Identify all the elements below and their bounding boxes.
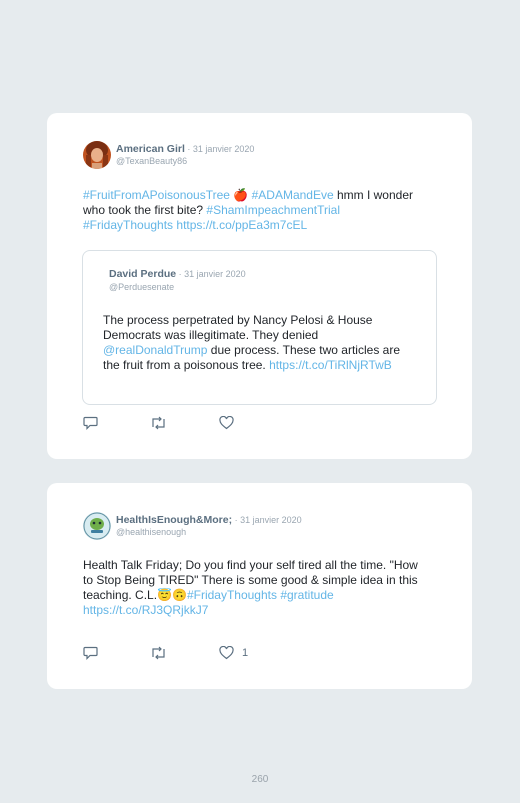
- reply-button[interactable]: [83, 646, 98, 660]
- author-handle[interactable]: @TexanBeauty86: [116, 156, 187, 166]
- avatar[interactable]: [83, 512, 111, 540]
- mention-link[interactable]: @realDonaldTrump: [103, 343, 207, 357]
- author-name[interactable]: American Girl: [116, 143, 185, 155]
- author-line: American Girl · 31 janvier 2020: [116, 143, 254, 155]
- like-button[interactable]: 1: [219, 646, 248, 660]
- tweet-date[interactable]: 31 janvier 2020: [193, 144, 255, 154]
- avatar-image: [83, 141, 111, 169]
- hashtag-link[interactable]: #gratitude: [280, 588, 333, 602]
- date-separator: ·: [184, 144, 193, 154]
- author-line: HealthIsEnough&More; · 31 janvier 2020: [116, 514, 302, 526]
- avatar-image: [83, 512, 111, 540]
- quote-text-segment: The process perpetrated by Nancy Pelosi …: [103, 313, 373, 342]
- quote-author-handle[interactable]: @Perduesenate: [109, 282, 174, 292]
- reply-icon: [83, 416, 98, 430]
- tweet-date[interactable]: 31 janvier 2020: [240, 515, 302, 525]
- reply-button[interactable]: [83, 416, 98, 430]
- retweet-button[interactable]: [150, 416, 167, 430]
- quote-author-name[interactable]: David Perdue: [109, 268, 176, 280]
- author-name[interactable]: HealthIsEnough&More;: [116, 514, 232, 526]
- retweet-icon: [152, 646, 165, 660]
- like-button[interactable]: [219, 416, 242, 430]
- hashtag-link[interactable]: #FruitFromAPoisonousTree: [83, 188, 230, 202]
- tweet-text: #FruitFromAPoisonousTree 🍎 #ADAMandEve h…: [83, 188, 423, 233]
- date-separator: ·: [176, 269, 185, 279]
- quote-text: The process perpetrated by Nancy Pelosi …: [103, 313, 413, 373]
- retweet-icon: [152, 416, 165, 430]
- url-link[interactable]: https://t.co/TiRlNjRTwB: [269, 358, 392, 372]
- apple-emoji: 🍎: [233, 188, 249, 202]
- quote-author-line: David Perdue · 31 janvier 2020: [109, 268, 246, 280]
- avatar[interactable]: [83, 141, 111, 169]
- like-count: 1: [242, 647, 249, 659]
- url-link[interactable]: https://t.co/RJ3QRjkkJ7: [83, 603, 208, 617]
- url-link[interactable]: https://t.co/ppEa3m7cEL: [176, 218, 307, 232]
- hashtag-link[interactable]: #FridayThoughts: [187, 588, 277, 602]
- reply-icon: [83, 646, 98, 660]
- author-handle[interactable]: @healthisenough: [116, 527, 186, 537]
- tweet-card: American Girl · 31 janvier 2020 @TexanBe…: [47, 113, 472, 459]
- date-separator: ·: [232, 515, 241, 525]
- hashtag-link[interactable]: #FridayThoughts: [83, 218, 173, 232]
- emoji: 😇🙃: [157, 588, 187, 602]
- page-number: 260: [251, 774, 269, 785]
- hashtag-link[interactable]: #ADAMandEve: [252, 188, 334, 202]
- hashtag-link[interactable]: #ShamImpeachmentTrial: [206, 203, 340, 217]
- quote-date[interactable]: 31 janvier 2020: [184, 269, 246, 279]
- heart-icon: [219, 646, 234, 660]
- heart-icon: [219, 416, 234, 430]
- tweet-text: Health Talk Friday; Do you find your sel…: [83, 558, 428, 618]
- retweet-button[interactable]: [150, 646, 167, 660]
- tweet-card: HealthIsEnough&More; · 31 janvier 2020 @…: [47, 483, 472, 689]
- quoted-tweet[interactable]: David Perdue · 31 janvier 2020 @Perduese…: [82, 250, 437, 405]
